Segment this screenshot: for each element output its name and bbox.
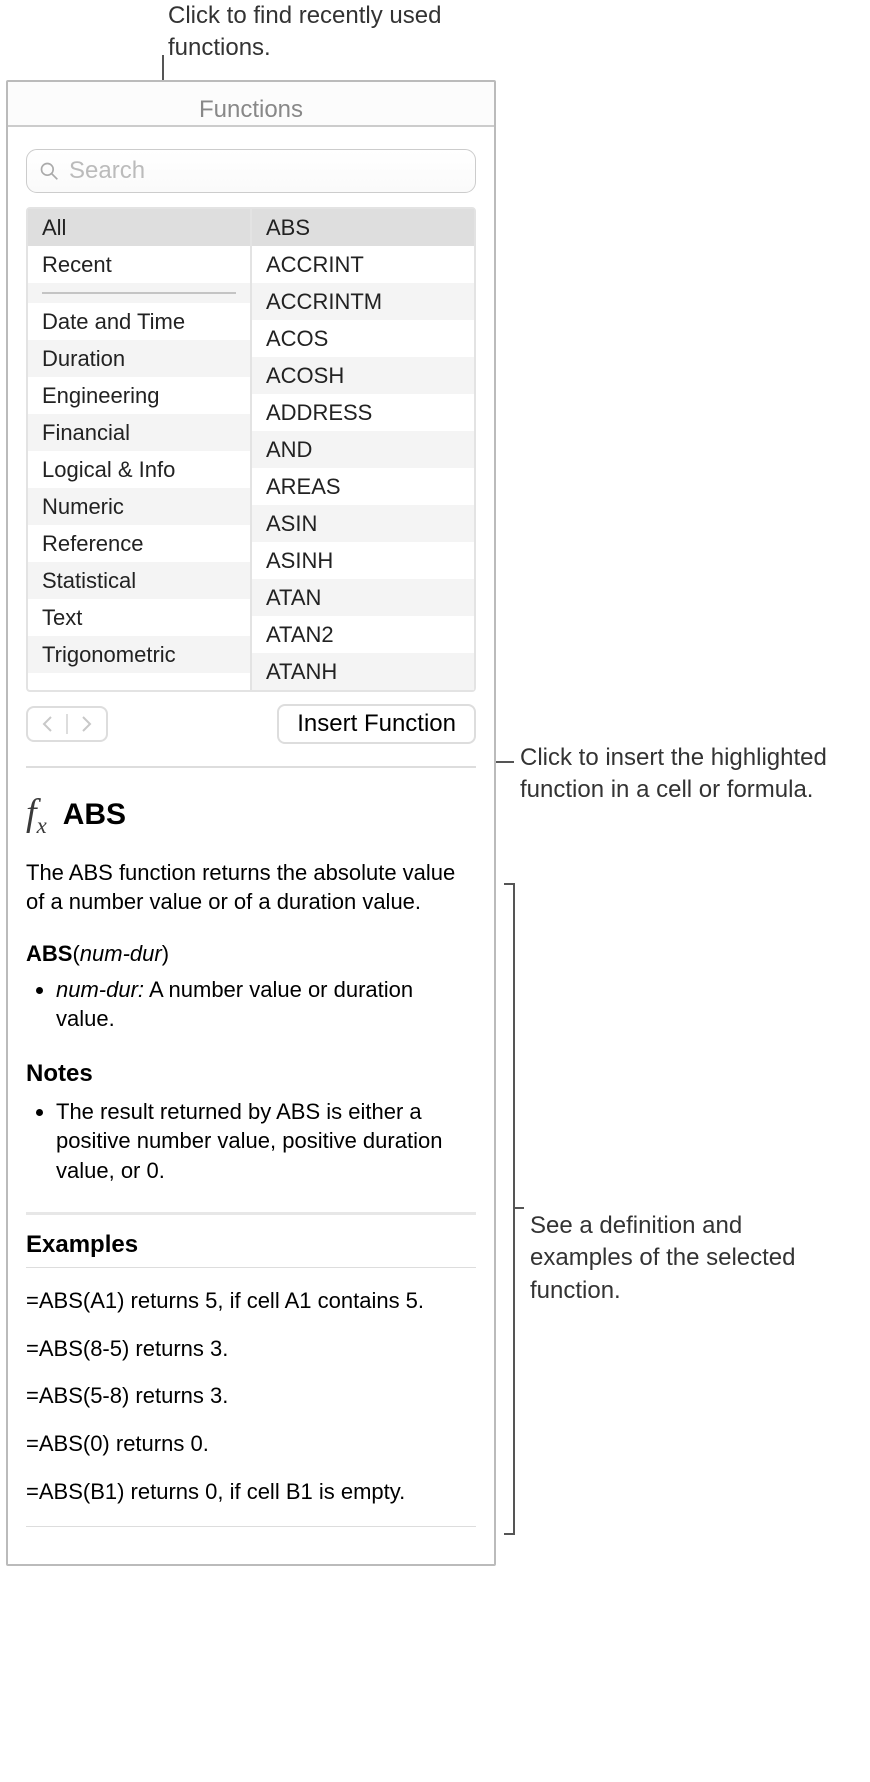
category-label: Duration [42,344,125,374]
category-item[interactable]: Date and Time [28,303,250,340]
functions-panel: Functions All Recent Date and Time Durat… [6,80,496,1566]
function-item[interactable]: ADDRESS [252,394,474,431]
function-item[interactable]: ABS [252,209,474,246]
category-label: Reference [42,529,144,559]
function-item[interactable]: ATAN [252,579,474,616]
category-label: Statistical [42,566,136,596]
examples-divider-top [26,1212,476,1215]
function-label: AND [266,435,312,465]
function-item[interactable]: ATANH [252,653,474,690]
help-notes-list: The result returned by ABS is either a p… [26,1097,476,1186]
chevron-left-icon [40,715,54,733]
function-label: ACOSH [266,361,344,391]
function-label: ACCRINTM [266,287,382,317]
help-description: The ABS function returns the absolute va… [26,858,476,917]
search-input-wrap[interactable] [26,149,476,193]
function-label: ASIN [266,509,317,539]
function-label: ASINH [266,546,333,576]
category-label: Date and Time [42,307,185,337]
help-param-item: num-dur: A number value or duration valu… [56,975,476,1034]
function-browser: All Recent Date and Time Duration Engine… [26,207,476,692]
bracket-help [504,882,526,1538]
category-item[interactable]: All [28,209,250,246]
category-label: Engineering [42,381,159,411]
category-label: All [42,213,66,243]
chevron-right-icon [80,715,94,733]
category-label: Recent [42,250,112,280]
callout-insert-text: Click to insert the highlighted function… [520,742,840,807]
function-item[interactable]: ACOS [252,320,474,357]
category-item[interactable]: Trigonometric [28,636,250,673]
fx-icon: fx [26,788,47,842]
help-param-list: num-dur: A number value or duration valu… [26,975,476,1034]
callout-help: See a definition and examples of the sel… [530,1210,850,1307]
category-item[interactable]: Logical & Info [28,451,250,488]
help-pane: fx ABS The ABS function returns the abso… [8,766,494,1545]
category-label: Numeric [42,492,124,522]
function-label: ACCRINT [266,250,364,280]
examples-divider-under [26,1267,476,1268]
callout-recent: Click to find recently used functions. [168,0,508,65]
insert-function-label: Insert Function [297,710,456,737]
help-example-item: =ABS(8-5) returns 3. [26,1334,476,1364]
function-label: ATANH [266,657,337,687]
category-item[interactable]: Duration [28,340,250,377]
examples-divider-bottom [26,1526,476,1527]
help-syntax-func: ABS [26,941,72,966]
category-item[interactable]: Recent [28,246,250,283]
help-example-item: =ABS(0) returns 0. [26,1429,476,1459]
panel-title: Functions [8,82,494,127]
function-label: ATAN2 [266,620,334,650]
help-syntax: ABS(num-dur) [26,939,476,969]
category-item[interactable]: Financial [28,414,250,451]
help-syntax-params: num-dur [80,941,162,966]
category-label: Logical & Info [42,455,175,485]
nav-forward-button[interactable] [68,708,106,740]
function-item[interactable]: AND [252,431,474,468]
help-example-item: =ABS(5-8) returns 3. [26,1381,476,1411]
category-item[interactable]: Engineering [28,377,250,414]
help-function-name: ABS [63,795,126,836]
category-item[interactable]: Numeric [28,488,250,525]
help-example-item: =ABS(A1) returns 5, if cell A1 contains … [26,1286,476,1316]
callout-recent-text: Click to find recently used functions. [168,0,508,65]
function-item[interactable]: ASIN [252,505,474,542]
function-item[interactable]: ASINH [252,542,474,579]
help-notes-title: Notes [26,1058,476,1090]
history-nav [26,706,108,742]
function-label: ACOS [266,324,328,354]
search-input[interactable] [69,157,463,185]
category-divider [28,283,250,303]
help-example-item: =ABS(B1) returns 0, if cell B1 is empty. [26,1477,476,1507]
function-item[interactable]: ACCRINTM [252,283,474,320]
function-item[interactable]: ACCRINT [252,246,474,283]
help-param-name: num-dur: [56,977,144,1002]
function-item[interactable]: ATAN2 [252,616,474,653]
function-list: ABS ACCRINT ACCRINTM ACOS ACOSH ADDRESS … [252,209,474,690]
insert-function-button[interactable]: Insert Function [277,704,476,744]
help-examples-title: Examples [26,1229,476,1261]
callout-insert: Click to insert the highlighted function… [520,742,840,807]
function-item[interactable]: AREAS [252,468,474,505]
function-item[interactable]: ACOSH [252,357,474,394]
search-icon [39,161,59,181]
category-label: Financial [42,418,130,448]
nav-back-button[interactable] [28,708,66,740]
help-note-item: The result returned by ABS is either a p… [56,1097,476,1186]
category-label: Trigonometric [42,640,176,670]
function-label: ADDRESS [266,398,372,428]
function-label: ATAN [266,583,321,613]
help-divider [26,766,476,768]
category-item[interactable]: Statistical [28,562,250,599]
category-label: Text [42,603,82,633]
category-list: All Recent Date and Time Duration Engine… [28,209,252,690]
category-item[interactable]: Reference [28,525,250,562]
callout-help-text: See a definition and examples of the sel… [530,1210,850,1307]
function-label: ABS [266,213,310,243]
function-label: AREAS [266,472,341,502]
category-item[interactable]: Text [28,599,250,636]
